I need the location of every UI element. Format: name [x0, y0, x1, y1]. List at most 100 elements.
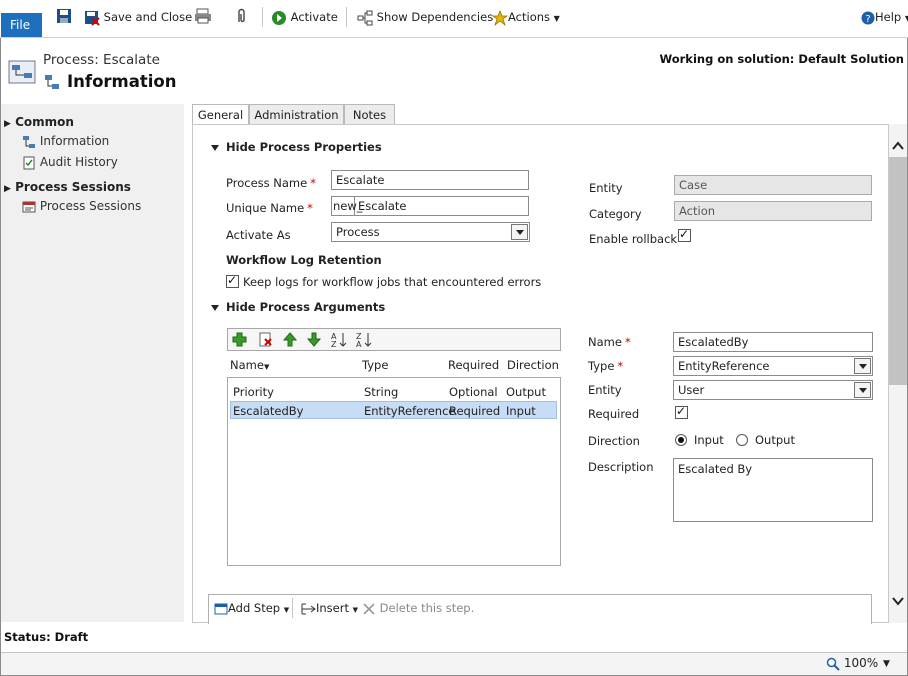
chevron-down-icon [511, 224, 528, 240]
direction-input-radio[interactable] [675, 434, 687, 446]
column-header-required[interactable]: Required [448, 358, 499, 372]
keep-logs-label: Keep logs for workflow jobs that encount… [243, 275, 542, 289]
arg-required-checkbox[interactable] [675, 404, 688, 419]
arg-description-label: Description [588, 460, 654, 474]
category-field: Action [674, 201, 872, 221]
chevron-down-icon [854, 358, 871, 374]
direction-output-label: Output [755, 433, 795, 447]
activate-as-select[interactable]: Process [331, 222, 530, 242]
activate-button[interactable]: Activate [271, 8, 338, 26]
process-name-label: Process Name * [226, 176, 316, 190]
arg-description-textarea[interactable]: Escalated By [673, 458, 873, 522]
entity-field: Case [674, 175, 872, 195]
show-dependencies-button[interactable]: Show Dependencies [357, 8, 493, 26]
zoom-dropdown-icon[interactable]: ▼ [883, 659, 890, 669]
zoom-control[interactable]: 100% [826, 656, 878, 671]
cell-type: EntityReference [364, 404, 456, 418]
attach-icon[interactable] [235, 8, 247, 24]
help-menu[interactable]: ? Help ▼ [861, 8, 908, 26]
actions-menu[interactable]: Actions ▼ [492, 8, 560, 26]
cell-name: Priority [233, 385, 274, 399]
move-up-icon[interactable] [283, 332, 297, 347]
scroll-up-icon[interactable] [892, 140, 904, 152]
sort-descending-icon[interactable]: ZA [356, 331, 372, 348]
sort-ascending-icon[interactable]: AZ [331, 331, 347, 348]
process-name-label-text: Process Name [226, 176, 308, 190]
enable-rollback-label: Enable rollback [589, 232, 678, 246]
insert-button[interactable]: Insert ▼ [300, 599, 358, 617]
cell-direction: Output [506, 385, 546, 399]
column-header-name[interactable]: Name▼ [230, 358, 269, 372]
required-star-icon: * [617, 359, 624, 373]
add-step-icon [214, 603, 228, 614]
activate-as-value: Process [336, 225, 380, 239]
print-icon[interactable] [194, 8, 212, 24]
save-icon[interactable] [56, 8, 72, 24]
chevron-down-icon: ▼ [553, 14, 560, 23]
keep-logs-checkbox[interactable] [226, 273, 239, 288]
arg-entity-label: Entity [588, 383, 622, 397]
cell-required: Optional [449, 385, 498, 399]
scroll-down-icon[interactable] [892, 595, 904, 607]
cell-type: String [364, 385, 399, 399]
help-label: Help [875, 10, 902, 24]
sessions-icon [22, 201, 36, 212]
arg-name-input[interactable]: EscalatedBy [673, 332, 873, 352]
collapse-arrow-icon: ▶ [4, 184, 11, 194]
audit-icon [23, 156, 35, 169]
process-entity-icon [8, 60, 36, 84]
arguments-toolbar [227, 328, 561, 351]
add-step-button[interactable]: Add Step ▼ [214, 599, 289, 617]
tab-notes[interactable]: Notes [344, 104, 395, 125]
cell-required: Required [449, 404, 501, 418]
command-bar: File Save and Close Activate Show Depend… [0, 0, 908, 38]
move-down-icon[interactable] [307, 332, 321, 347]
unique-name-prefix: new_ [331, 196, 363, 216]
file-button[interactable]: File [1, 13, 42, 37]
tab-general[interactable]: General [192, 104, 249, 126]
activate-label: Activate [290, 10, 338, 24]
scrollbar-thumb[interactable] [889, 157, 907, 385]
toolbar-separator [262, 7, 263, 27]
delete-argument-icon[interactable] [258, 332, 273, 347]
direction-output-radio[interactable] [736, 434, 748, 446]
column-header-type[interactable]: Type [362, 358, 388, 372]
arg-required-label: Required [588, 407, 640, 421]
collapse-triangle-icon [211, 304, 219, 311]
arg-direction-label: Direction [588, 434, 640, 448]
chevron-down-icon: ▼ [283, 606, 290, 614]
sidebar-item-information[interactable]: Information [22, 134, 109, 149]
arg-type-label-text: Type [588, 359, 615, 373]
delete-icon [363, 602, 375, 615]
nav-group-label: Process Sessions [15, 180, 131, 194]
arg-type-label: Type * [588, 359, 623, 373]
sidebar-item-process-sessions[interactable]: Process Sessions [22, 199, 141, 214]
arg-entity-select[interactable]: User [673, 380, 873, 400]
chevron-down-icon: ▼ [352, 606, 359, 614]
actions-icon [492, 9, 508, 26]
add-icon[interactable] [232, 332, 247, 347]
collapse-arrow-icon: ▶ [4, 119, 11, 129]
insert-label: Insert [316, 601, 349, 615]
footer-bar [1, 652, 907, 675]
direction-input-label: Input [694, 433, 724, 447]
arg-type-select[interactable]: EntityReference [673, 356, 873, 376]
insert-icon [301, 603, 316, 614]
section-title: Hide Process Properties [226, 140, 382, 154]
column-header-direction[interactable]: Direction [507, 358, 559, 372]
actions-label: Actions [508, 10, 551, 24]
delete-step-label: Delete this step. [379, 601, 475, 615]
svg-text:?: ? [865, 14, 870, 25]
unique-name-label: Unique Name * [226, 201, 313, 215]
entity-label: Entity [589, 181, 623, 195]
section-process-arguments[interactable]: Hide Process Arguments [211, 300, 385, 314]
section-process-properties[interactable]: Hide Process Properties [211, 140, 382, 154]
cell-name: EscalatedBy [233, 404, 304, 418]
delete-step-button[interactable]: Delete this step. [362, 599, 474, 617]
tab-administration[interactable]: Administration [249, 104, 344, 125]
save-and-close-button[interactable]: Save and Close [84, 8, 192, 26]
unique-name-label-text: Unique Name [226, 201, 305, 215]
process-name-input[interactable]: Escalate [331, 170, 529, 190]
sidebar-item-audit-history[interactable]: Audit History [22, 155, 118, 170]
enable-rollback-checkbox[interactable] [678, 227, 691, 242]
